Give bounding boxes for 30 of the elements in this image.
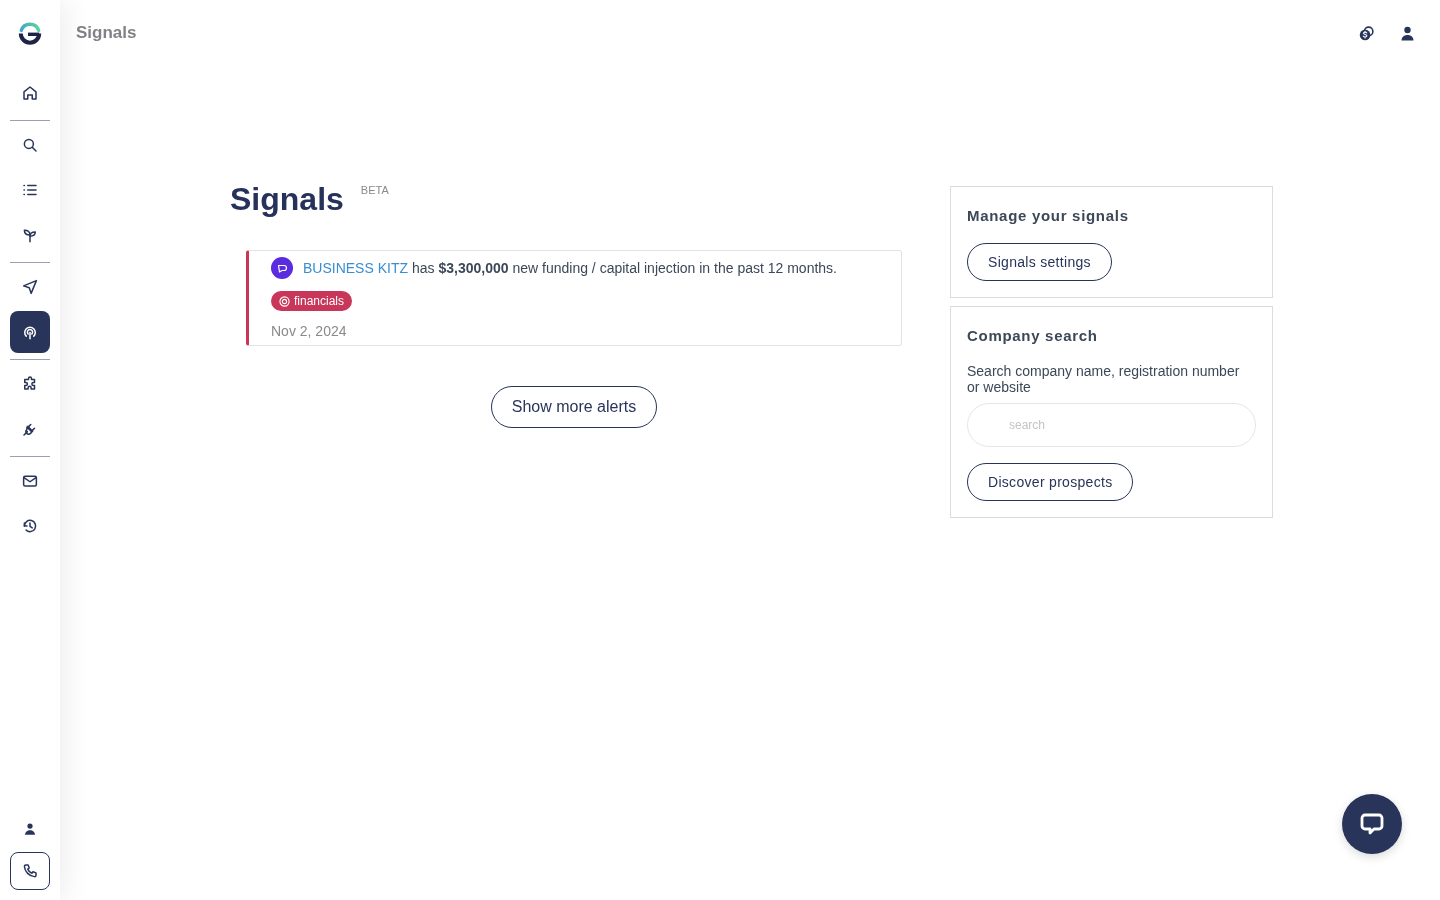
category-label: financials: [294, 293, 345, 309]
beta-label: BETA: [360, 184, 389, 196]
mail-icon: [21, 472, 39, 490]
signals-settings-button[interactable]: Signals settings: [967, 243, 1112, 281]
sprout-icon: [21, 226, 39, 244]
discover-prospects-button[interactable]: Discover prospects: [967, 463, 1134, 501]
page-heading: Signals: [230, 180, 344, 218]
send-icon: [21, 278, 39, 296]
alert-text: BUSINESS KITZ has $3,300,000 new funding / capital injection in the past 12 months.: [303, 259, 837, 278]
coin-icon: [279, 295, 290, 307]
phone-button[interactable]: [10, 852, 50, 890]
history-icon: [21, 517, 39, 535]
person-icon: [23, 822, 37, 836]
show-more-alerts-button[interactable]: Show more alerts: [490, 386, 658, 428]
panel-title: Manage your signals: [967, 206, 1130, 226]
search-icon: [21, 136, 39, 154]
panel-title: Company search: [967, 326, 1099, 346]
phone-icon: [21, 862, 39, 880]
company-logo-icon: [271, 257, 293, 279]
company-link[interactable]: BUSINESS KITZ: [303, 260, 409, 276]
alert-date: Nov 2, 2024: [271, 322, 348, 340]
search-description: Search company name, registration number or website: [967, 363, 1241, 395]
coins-icon: [1357, 24, 1375, 42]
signals-nav-button[interactable]: [10, 311, 50, 353]
chat-button[interactable]: [1342, 794, 1402, 854]
home-icon: [21, 84, 39, 102]
topbar-title: Signals: [76, 23, 137, 43]
logo-icon: [17, 20, 43, 46]
search-field[interactable]: search: [967, 403, 1256, 447]
person-icon: [1398, 24, 1416, 42]
